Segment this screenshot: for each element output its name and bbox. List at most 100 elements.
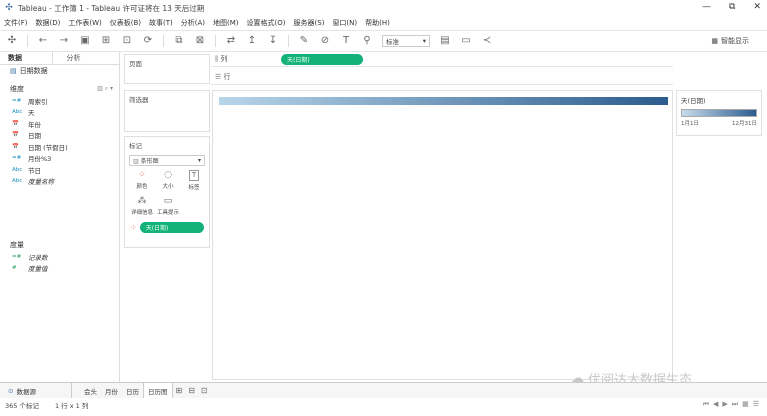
menu-file[interactable]: 文件(F)	[4, 18, 28, 28]
string-icon: Abc	[12, 109, 23, 116]
smart-show-button[interactable]: ▦ 智能显示	[711, 36, 749, 46]
view-canvas[interactable]	[212, 90, 673, 380]
detail-button[interactable]: ⁂ 详细信息	[130, 194, 154, 218]
field-holiday[interactable]: Abc 节日	[0, 164, 119, 176]
menu-map[interactable]: 地图(M)	[213, 18, 239, 28]
size-button[interactable]: ◌ 大小	[156, 168, 180, 192]
datasource-item[interactable]: ▤ 日期数据	[0, 65, 119, 77]
new-dashboard-icon[interactable]: ⊟	[185, 386, 198, 395]
group-icon[interactable]: ⊘	[319, 35, 331, 47]
field-record-count[interactable]: =# 记录数	[0, 251, 119, 263]
close-button[interactable]: ✕	[753, 2, 761, 12]
field-label: 周索引	[28, 97, 48, 106]
field-date-holiday[interactable]: 📅 日期 (节假日)	[0, 141, 119, 153]
field-measure-names[interactable]: Abc 度量名称	[0, 176, 119, 188]
last-sheet-icon[interactable]: ⏭	[732, 400, 738, 409]
menu-format[interactable]: 设置格式(O)	[247, 18, 286, 28]
share-icon[interactable]: ≺	[481, 35, 493, 47]
menu-server[interactable]: 服务器(S)	[294, 18, 325, 28]
sort-asc-icon[interactable]: ↥	[246, 35, 258, 47]
first-sheet-icon[interactable]: ⏮	[703, 400, 709, 409]
chevron-down-icon: ▾	[197, 157, 201, 164]
color-legend[interactable]: 天(日期) 1月1日 12月31日	[676, 90, 762, 136]
menu-worksheet[interactable]: 工作表(W)	[68, 18, 101, 28]
status-bar: 365 个标记 1 行 x 1 列 ⏮ ◀ ▶ ⏭ ▦ ☰	[0, 398, 767, 411]
presentation-icon[interactable]: ▤	[439, 35, 451, 47]
menu-story[interactable]: 故事(T)	[149, 18, 173, 28]
swap-icon[interactable]: ⇄	[225, 35, 237, 47]
sheet-tab-active[interactable]: 日历图	[143, 383, 173, 398]
filters-title: 筛选器	[129, 96, 149, 104]
measures-header: 度量	[0, 239, 119, 251]
menu-data[interactable]: 数据(D)	[36, 18, 61, 28]
maximize-button[interactable]: ⧉	[729, 2, 735, 12]
fix-axes-icon[interactable]: ⚲	[361, 35, 373, 47]
highlight-icon[interactable]: ✎	[298, 35, 310, 47]
next-sheet-icon[interactable]: ▶	[722, 400, 727, 409]
sheet-tab[interactable]: 日历	[122, 383, 143, 398]
tab-data[interactable]: 数据	[0, 53, 52, 63]
legend-min: 1月1日	[681, 121, 699, 127]
pages-card[interactable]: 页面	[124, 54, 210, 84]
grid-view-icon[interactable]: ▦	[742, 400, 749, 409]
label-button[interactable]: T 标签	[182, 168, 206, 192]
calendar-icon: 📅	[12, 132, 19, 139]
toolbar-divider	[163, 35, 164, 47]
field-measure-values[interactable]: # 度量值	[0, 263, 119, 275]
field-day[interactable]: Abc 天	[0, 107, 119, 119]
mark-type-select[interactable]: ▥ 条形图 ▾	[129, 155, 205, 166]
marks-pill[interactable]: 天(日期)	[139, 222, 204, 233]
field-label: 天	[28, 109, 35, 118]
prev-sheet-icon[interactable]: ◀	[713, 400, 718, 409]
field-date[interactable]: 📅 日期	[0, 130, 119, 142]
field-week-index[interactable]: =# 周索引	[0, 95, 119, 107]
new-story-icon[interactable]: ⊡	[198, 386, 211, 395]
color-button[interactable]: ⁘ 颜色	[130, 168, 154, 192]
menu-analysis[interactable]: 分析(A)	[181, 18, 205, 28]
labels-icon[interactable]: T	[340, 35, 352, 47]
fit-select[interactable]: 标准 ▾	[382, 35, 430, 47]
legend-range: 1月1日 12月31日	[677, 117, 761, 129]
save-icon[interactable]: ▣	[79, 35, 91, 47]
field-label: 日期	[28, 132, 41, 141]
rows-shelf[interactable]: ☰ 行	[211, 70, 673, 85]
sort-desc-icon[interactable]: ↧	[267, 35, 279, 47]
sheet-tab[interactable]: 会头	[80, 383, 101, 398]
menu-window[interactable]: 窗口(N)	[332, 18, 357, 28]
refresh-icon[interactable]: ⟳	[142, 35, 154, 47]
filters-card[interactable]: 筛选器	[124, 90, 210, 132]
columns-shelf[interactable]: ⫼ 列 天(日期)	[211, 52, 673, 67]
tooltip-button[interactable]: ▭ 工具提示	[156, 194, 180, 218]
marks-count: 365 个标记	[5, 401, 39, 410]
redo-icon[interactable]: →	[58, 35, 70, 47]
undo-icon[interactable]: ←	[37, 35, 49, 47]
minimize-button[interactable]: —	[702, 2, 711, 12]
datasource-tab[interactable]: ⊙ 数据源	[0, 383, 72, 398]
new-sheet-icon[interactable]: ⊡	[121, 35, 133, 47]
new-datasource-icon[interactable]: ⊞	[100, 35, 112, 47]
field-label: 日期 (节假日)	[28, 143, 68, 152]
fit-select-value: 标准	[386, 38, 399, 46]
duplicate-sheet-icon[interactable]: ⧉	[173, 35, 185, 47]
sheet-tab[interactable]: 月份	[101, 383, 122, 398]
tableau-home-icon[interactable]: ✣	[6, 35, 18, 47]
tab-analysis[interactable]: 分析	[51, 52, 119, 64]
menu-dashboard[interactable]: 仪表板(B)	[110, 18, 141, 28]
calendar-icon: 📅	[12, 120, 19, 127]
pages-title: 页面	[129, 60, 142, 68]
field-month-mod[interactable]: =# 月份%3	[0, 153, 119, 165]
columns-pill[interactable]: 天(日期)	[281, 53, 363, 65]
new-worksheet-icon[interactable]: ⊞	[173, 386, 186, 395]
toolbar: ✣ ← → ▣ ⊞ ⊡ ⟳ ⧉ ⊠ ⇄ ↥ ↧ ✎ ⊘ T ⚲ 标准 ▾ ▤ ▭…	[0, 30, 767, 52]
menu-help[interactable]: 帮助(H)	[365, 18, 390, 28]
detail-label: 详细信息	[130, 209, 153, 216]
gradient-bar[interactable]	[219, 97, 668, 105]
field-label: 度量值	[28, 265, 48, 274]
marks-card: 标记 ▥ 条形图 ▾ ⁘ 颜色 ◌ 大小 T 标签 ⁂ 详细信息 ▭ 工具提示 …	[124, 136, 210, 248]
tooltip-icon[interactable]: ▭	[460, 35, 472, 47]
toolbar-divider	[215, 35, 216, 47]
datasource-tab-label: 数据源	[16, 387, 36, 396]
clear-sheet-icon[interactable]: ⊠	[194, 35, 206, 47]
field-year[interactable]: 📅 年份	[0, 118, 119, 130]
list-view-icon[interactable]: ☰	[753, 400, 759, 409]
